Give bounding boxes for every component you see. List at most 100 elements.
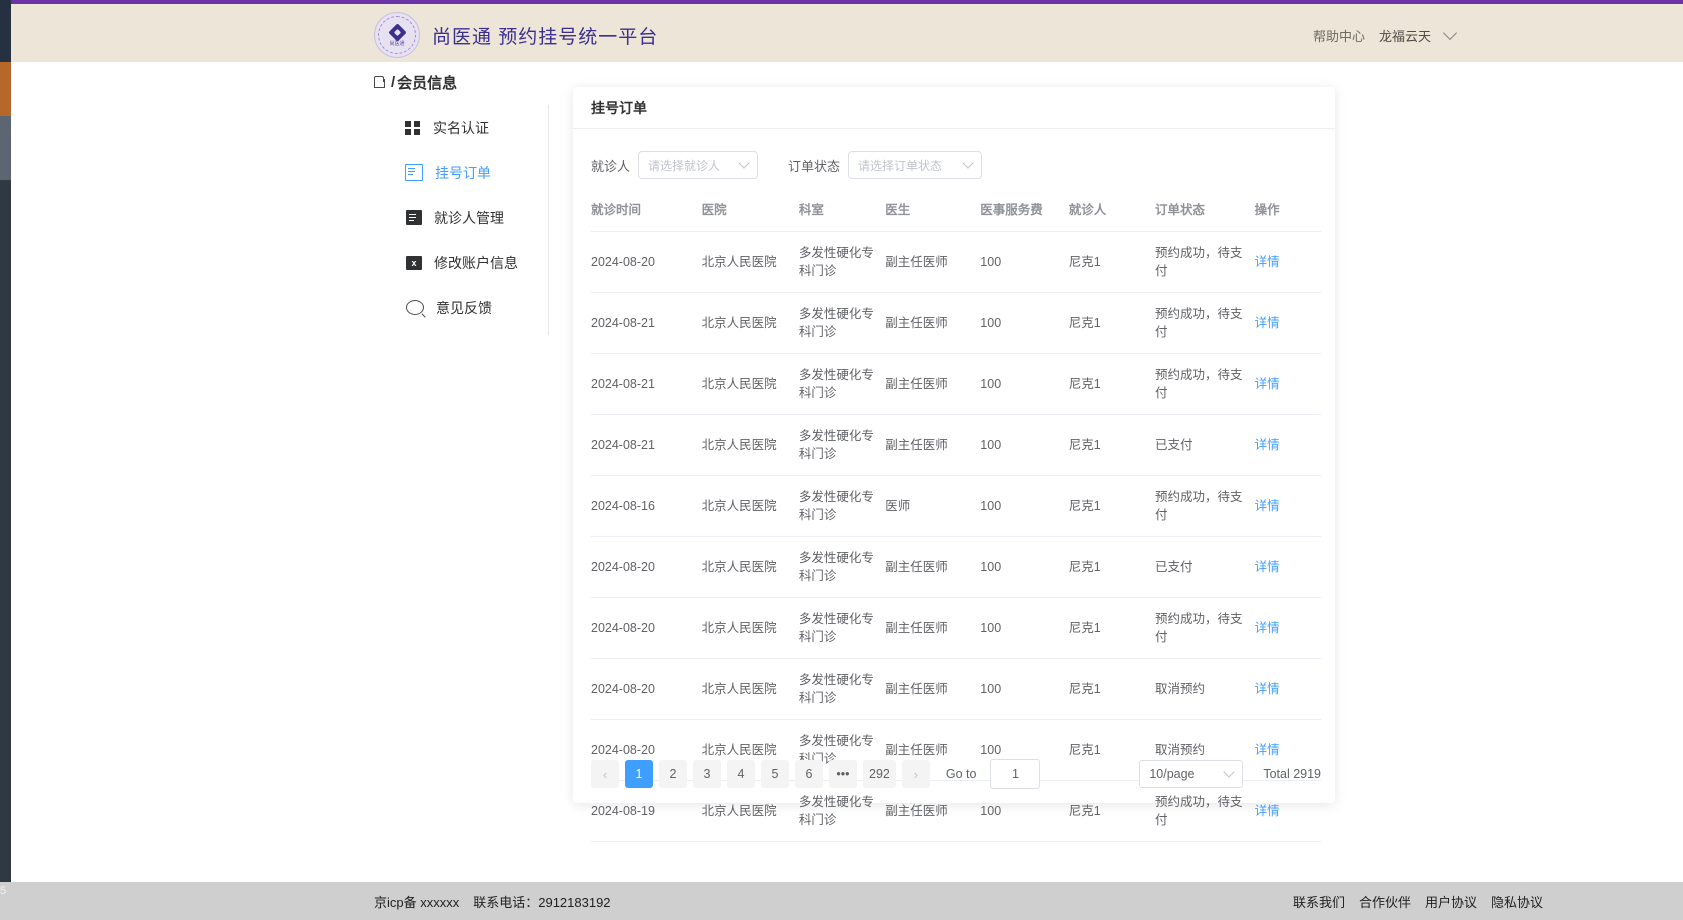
chevron-down-icon[interactable] [1442,25,1458,40]
page-button-6[interactable]: 6 [795,760,823,788]
page-size-value: 10/page [1149,767,1195,781]
cell-dept: 多发性硬化专科门诊 [798,475,886,537]
cell-fee: 100 [980,475,1069,537]
detail-link[interactable]: 详情 [1255,377,1280,391]
patient-select[interactable]: 请选择就诊人 [638,151,759,179]
detail-link[interactable]: 详情 [1255,682,1280,696]
page-button-5[interactable]: 5 [761,760,789,788]
cell-status: 预约成功，待支付 [1155,231,1255,293]
cell-patient: 尼克1 [1068,292,1156,354]
table-row: 2024-08-16 北京人民医院 多发性硬化专科门诊 医师 100 尼克1 预约成功，待支… [591,475,1321,537]
strip-segment-3 [0,116,11,180]
cell-dept: 多发性硬化专科门诊 [798,780,886,842]
sidebar: 实名认证 挂号订单 就诊人管理 x 修改账户信息 意见反馈 [389,105,549,335]
detail-link[interactable]: 详情 [1255,316,1280,330]
page-button-1[interactable]: 1 [625,760,653,788]
sidebar-item-label: 实名认证 [433,119,489,136]
site-footer: 京icp备 xxxxxx 联系电话：2912183192 联系我们 合作伙伴 用户协… [11,882,1683,920]
cell-action: 详情 [1254,658,1321,720]
logo-text: 尚医通 [389,41,405,47]
cell-status: 取消预约 [1155,658,1255,720]
cell-hospital: 北京人民医院 [701,780,799,842]
orders-card: 挂号订单 就诊人 请选择就诊人 订单状态 请选择订单状态 就诊时间 医院 科室 … [573,87,1335,842]
col-dept: 科室 [798,199,886,232]
cell-fee: 100 [980,536,1069,598]
cell-fee: 100 [980,780,1069,842]
page-size-select[interactable]: 10/page [1139,760,1244,788]
detail-link[interactable]: 详情 [1255,438,1280,452]
cell-fee: 100 [980,597,1069,659]
goto-label: Go to [945,767,977,781]
page-button-2[interactable]: 2 [659,760,687,788]
user-name[interactable]: 龙福云天 [1379,26,1431,45]
detail-link[interactable]: 详情 [1255,804,1280,818]
desktop-edge-label: 5 [0,885,7,897]
sidebar-item-orders[interactable]: 挂号订单 [389,150,548,195]
cell-doctor: 副主任医师 [885,292,981,354]
cell-patient: 尼克1 [1068,353,1156,415]
table-body: 2024-08-20 北京人民医院 多发性硬化专科门诊 副主任医师 100 尼克1 预约成功… [591,231,1321,842]
cell-patient: 尼克1 [1068,536,1156,598]
col-doctor: 医生 [885,199,981,232]
cell-action: 详情 [1254,536,1321,598]
cell-fee: 100 [980,231,1069,293]
chevron-left-icon[interactable]: ‹ [591,760,619,788]
cell-status: 预约成功，待支付 [1155,780,1255,842]
cell-action: 详情 [1254,414,1321,476]
sidebar-item-feedback[interactable]: 意见反馈 [389,285,548,330]
page-button-3[interactable]: 3 [693,760,721,788]
cell-hospital: 北京人民医院 [701,231,799,293]
card-title: 挂号订单 [573,87,1335,129]
cell-status: 预约成功，待支付 [1155,353,1255,415]
home-icon[interactable] [374,76,387,89]
brand[interactable]: 尚医通 尚医通 预约挂号统一平台 [374,12,658,58]
page-button-292[interactable]: 292 [863,760,896,788]
account-edit-icon: x [406,255,422,270]
cell-time: 2024-08-19 [591,780,702,842]
status-select-value: 请选择订单状态 [858,158,943,173]
status-select[interactable]: 请选择订单状态 [848,151,983,179]
cell-dept: 多发性硬化专科门诊 [798,597,886,659]
footer-link[interactable]: 联系我们 [1293,892,1345,911]
strip-segment-4 [0,180,11,882]
cell-status: 已支付 [1155,414,1255,476]
cell-time: 2024-08-20 [591,597,702,659]
sidebar-item-realname[interactable]: 实名认证 [389,105,548,150]
filter-patient: 就诊人 请选择就诊人 [591,151,759,179]
detail-link[interactable]: 详情 [1255,560,1280,574]
chevron-right-icon[interactable]: › [901,760,930,788]
help-center-link[interactable]: 帮助中心 [1313,26,1365,45]
desktop-left-strip: 5 [0,0,11,920]
detail-link[interactable]: 详情 [1255,499,1280,513]
col-status: 订单状态 [1155,199,1255,232]
footer-phone: 联系电话：2912183192 [473,894,611,910]
footer-link[interactable]: 隐私协议 [1491,892,1543,911]
cell-patient: 尼克1 [1068,780,1156,842]
detail-link[interactable]: 详情 [1255,743,1280,757]
cell-action: 详情 [1254,475,1321,537]
cell-time: 2024-08-20 [591,536,702,598]
footer-link[interactable]: 用户协议 [1425,892,1477,911]
detail-link[interactable]: 详情 [1255,621,1280,635]
sidebar-item-label: 挂号订单 [435,164,491,181]
cell-fee: 100 [980,658,1069,720]
cell-patient: 尼克1 [1068,475,1156,537]
table-row: 2024-08-20 北京人民医院 多发性硬化专科门诊 副主任医师 100 尼克1 已支付详… [591,536,1321,598]
col-action: 操作 [1254,199,1321,232]
document-icon [405,164,423,181]
cell-action: 详情 [1254,353,1321,415]
cell-time: 2024-08-20 [591,658,702,720]
sidebar-item-account[interactable]: x 修改账户信息 [389,240,548,285]
page-button-•••[interactable]: ••• [829,760,857,788]
detail-link[interactable]: 详情 [1255,255,1280,269]
cell-action: 详情 [1254,231,1321,293]
footer-link[interactable]: 合作伙伴 [1359,892,1411,911]
header-actions: 帮助中心 龙福云天 [1313,25,1458,45]
cell-doctor: 副主任医师 [885,597,981,659]
table-row: 2024-08-20 北京人民医院 多发性硬化专科门诊 副主任医师 100 尼克1 取消预约… [591,658,1321,720]
page-button-4[interactable]: 4 [727,760,755,788]
filter-patient-label: 就诊人 [591,158,631,174]
goto-input[interactable]: 1 [990,759,1041,789]
table-row: 2024-08-19 北京人民医院 多发性硬化专科门诊 副主任医师 100 尼克1 预约成功… [591,780,1321,842]
sidebar-item-patients[interactable]: 就诊人管理 [389,195,548,240]
